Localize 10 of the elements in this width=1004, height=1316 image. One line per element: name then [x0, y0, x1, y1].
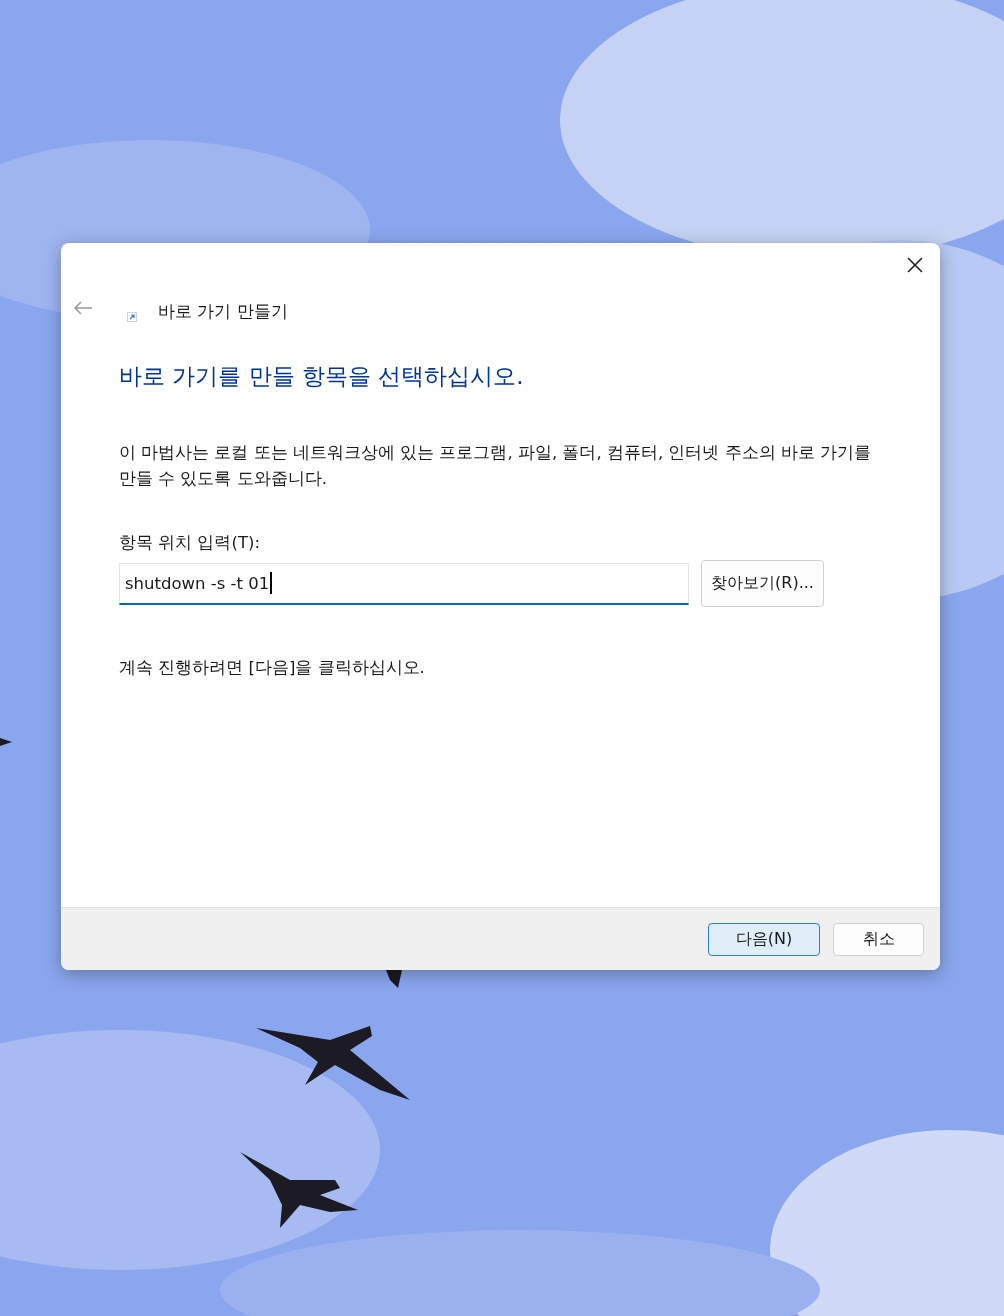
hint-text: 계속 진행하려면 [다음]을 클릭하십시오. [119, 657, 426, 679]
window-title: 바로 가기 만들기 [158, 299, 288, 323]
field-label: 항목 위치 입력(T): [119, 532, 261, 554]
dialog-button[interactable]: 취소 [833, 922, 924, 956]
location-field[interactable]: shutdown -s -t 01 [119, 562, 689, 605]
browse-button[interactable]: 찾아보기(R)... [701, 560, 824, 607]
dialog-button[interactable]: 다음(N) [708, 922, 820, 956]
description-text: 이 마법사는 로컬 또는 네트워크상에 있는 프로그램, 파일, 폴더, 컴퓨터, 인터넷 주소의 바로 가기를 만들 수 있도록 도와줍니다. [119, 442, 873, 490]
shortcut-icon [127, 312, 137, 322]
wizard-heading: 바로 가기를 만들 항목을 선택하십시오. [119, 362, 525, 391]
